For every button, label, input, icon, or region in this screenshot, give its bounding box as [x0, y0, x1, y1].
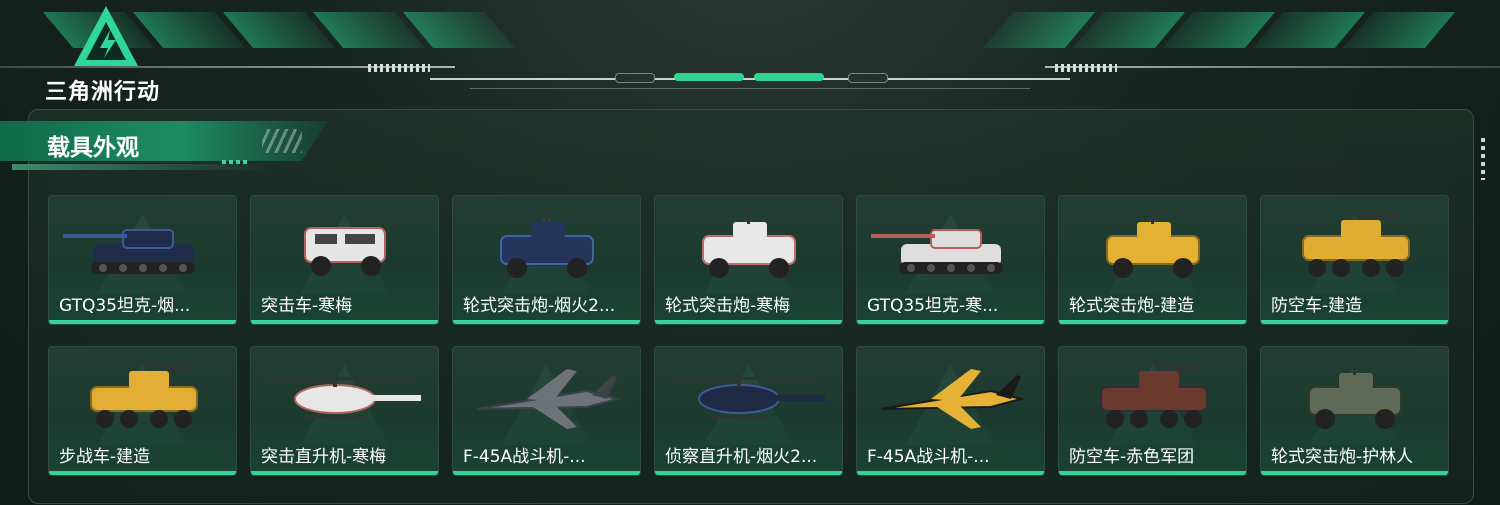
header-pill-active — [674, 73, 744, 81]
wheeled-vehicle-image — [702, 210, 796, 278]
card-accent-bar — [1261, 320, 1448, 324]
vehicle-skin-card[interactable]: GTQ35坦克-寒... — [856, 195, 1045, 325]
vehicle-skin-label: GTQ35坦克-烟... — [59, 296, 191, 316]
vehicle-skin-card[interactable]: 突击车-寒梅 — [250, 195, 439, 325]
card-accent-bar — [453, 471, 640, 475]
tank-vehicle-image — [871, 229, 1003, 274]
card-accent-bar — [1261, 471, 1448, 475]
vehicle-skin-label: 步战车-建造 — [59, 447, 151, 467]
tab-slash-decor — [262, 129, 302, 153]
vehicle-skin-card[interactable]: F-45A战斗机-... — [856, 346, 1045, 476]
jet-vehicle-image — [880, 369, 1025, 429]
panel-edge-dots — [1481, 138, 1485, 180]
wheeled-vehicle-image — [500, 210, 594, 278]
vehicle-skin-card[interactable]: 轮式突击炮-烟火2... — [452, 195, 641, 325]
header-ticks-right — [1055, 64, 1117, 72]
vehicle-skin-label: 防空车-建造 — [1271, 296, 1363, 316]
apc-vehicle-image — [1100, 365, 1208, 428]
card-accent-bar — [453, 320, 640, 324]
app-root: 三角洲行动 载具外观 GTQ35坦克-烟... 突击车-寒梅 轮式突击炮-烟火2… — [0, 0, 1500, 505]
vehicle-skin-card[interactable]: 轮式突击炮-寒梅 — [654, 195, 843, 325]
header-pill-active — [754, 73, 824, 81]
vehicle-skin-card[interactable]: 轮式突击炮-护林人 — [1260, 346, 1449, 476]
vehicle-card-grid: GTQ35坦克-烟... 突击车-寒梅 轮式突击炮-烟火2... 轮式突击炮-寒… — [48, 195, 1449, 476]
tank-vehicle-image — [63, 229, 195, 274]
vehicle-skin-card[interactable]: 步战车-建造 — [48, 346, 237, 476]
card-accent-bar — [655, 320, 842, 324]
card-accent-bar — [655, 471, 842, 475]
vehicle-skin-label: F-45A战斗机-... — [463, 447, 586, 467]
card-accent-bar — [1059, 471, 1246, 475]
card-accent-bar — [49, 320, 236, 324]
card-accent-bar — [857, 320, 1044, 324]
card-accent-bar — [49, 471, 236, 475]
jet-vehicle-image — [476, 369, 621, 429]
apc-vehicle-image — [90, 365, 198, 428]
heli-vehicle-image — [669, 377, 825, 418]
apc-vehicle-image — [1302, 214, 1410, 277]
vehicle-skin-label: 突击直升机-寒梅 — [261, 447, 387, 467]
card-accent-bar — [1059, 320, 1246, 324]
game-logo-text: 三角洲行动 — [45, 80, 161, 105]
truck-vehicle-image — [304, 227, 386, 276]
card-accent-bar — [251, 471, 438, 475]
vehicle-skin-label: F-45A战斗机-... — [867, 447, 990, 467]
vehicle-skin-label: 轮式突击炮-建造 — [1069, 296, 1195, 316]
delta-logo-icon — [74, 6, 138, 66]
section-title: 载具外观 — [47, 135, 139, 161]
vehicle-skin-card[interactable]: GTQ35坦克-烟... — [48, 195, 237, 325]
vehicle-skin-card[interactable]: F-45A战斗机-... — [452, 346, 641, 476]
vehicle-skin-card[interactable]: 突击直升机-寒梅 — [250, 346, 439, 476]
header-line-center-lower — [470, 88, 1030, 89]
heli-vehicle-image — [265, 377, 421, 418]
vehicle-skin-label: 轮式突击炮-寒梅 — [665, 296, 791, 316]
vehicle-skin-label: GTQ35坦克-寒... — [867, 296, 999, 316]
vehicle-skin-card[interactable]: 侦察直升机-烟火2... — [654, 346, 843, 476]
header-line-center — [430, 78, 1070, 80]
card-accent-bar — [857, 471, 1044, 475]
section-underline — [12, 164, 272, 170]
card-accent-bar — [251, 320, 438, 324]
vehicle-skin-label: 防空车-赤色军团 — [1069, 447, 1195, 467]
wheeled-vehicle-image — [1106, 210, 1200, 278]
vehicle-skin-card[interactable]: 防空车-赤色军团 — [1058, 346, 1247, 476]
vehicle-skin-card[interactable]: 防空车-建造 — [1260, 195, 1449, 325]
vehicle-skin-label: 轮式突击炮-烟火2... — [463, 296, 616, 316]
vehicle-skin-card[interactable]: 轮式突击炮-建造 — [1058, 195, 1247, 325]
header-ticks-left — [368, 64, 430, 72]
wheeled-vehicle-image — [1308, 361, 1402, 429]
vehicle-skin-label: 轮式突击炮-护林人 — [1271, 447, 1414, 467]
header-pill — [615, 73, 655, 83]
header-pill — [848, 73, 888, 83]
vehicle-skin-label: 侦察直升机-烟火2... — [665, 447, 818, 467]
header-stripes-right — [982, 12, 1456, 48]
section-underline-ticks — [222, 160, 250, 164]
vehicle-skin-label: 突击车-寒梅 — [261, 296, 353, 316]
